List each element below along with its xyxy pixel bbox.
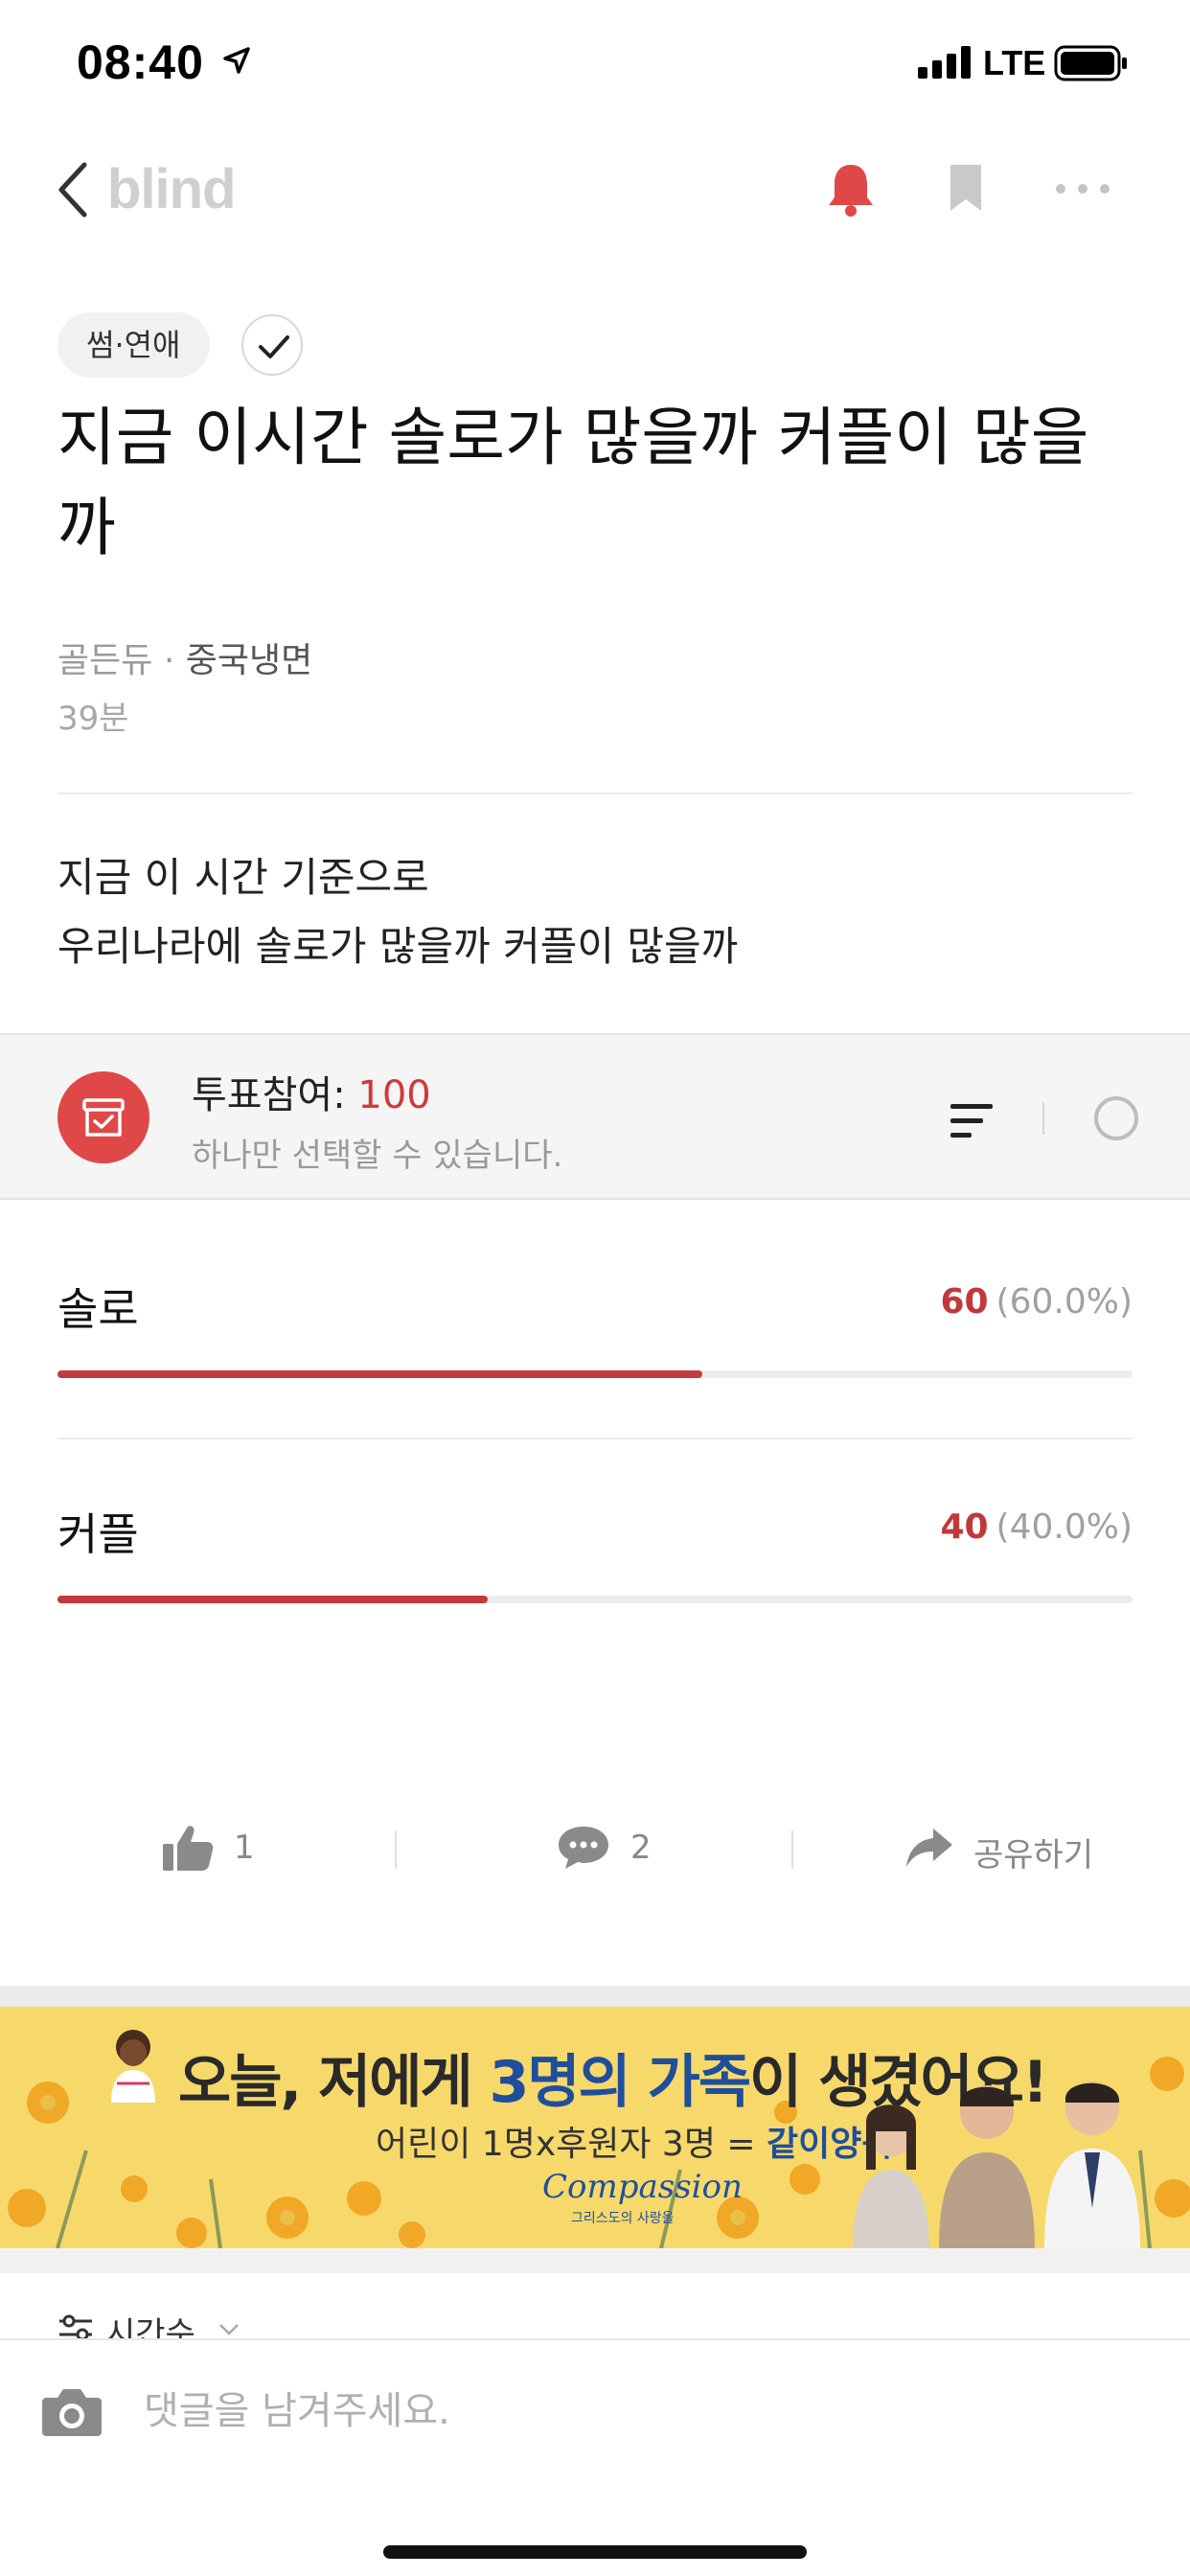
poll-box-icon xyxy=(57,1071,149,1163)
poll-option-percent: (60.0%) xyxy=(995,1282,1133,1322)
poll-option-label: 커플 xyxy=(57,1508,139,1560)
post-body-line: 지금 이 시간 기준으로 xyxy=(57,854,429,901)
poll-participation-count: 100 xyxy=(357,1073,431,1117)
ad-headline-part: 오늘, 저에게 xyxy=(178,2049,490,2116)
comment-bubble-icon xyxy=(559,1827,608,1869)
action-separator xyxy=(395,1830,397,1869)
nav-bar: blind xyxy=(0,144,1190,240)
chevron-down-icon xyxy=(219,2324,239,2335)
back-chevron-icon[interactable] xyxy=(54,161,92,218)
poll-option-votes: 60 xyxy=(940,1282,989,1322)
poll-hint: 하나만 선택할 수 있습니다. xyxy=(192,1137,563,1175)
poll-separator xyxy=(1042,1102,1044,1135)
poll-option[interactable]: 솔로 60 (60.0%) xyxy=(57,1275,1133,1390)
poll-option-result: 40 (40.0%) xyxy=(940,1507,1133,1547)
ad-headline-highlight: 3명의 가족 xyxy=(489,2049,751,2116)
ad-banner[interactable]: 오늘, 저에게 3명의 가족이 생겼어요! 어린이 1명x후원자 3명 = 같이… xyxy=(0,2007,1190,2248)
ad-logo: Compassion xyxy=(542,2168,743,2206)
section-gap xyxy=(0,1986,1190,2007)
sort-lines-icon[interactable] xyxy=(949,1102,995,1140)
poll-bar-track xyxy=(57,1596,1133,1603)
action-separator xyxy=(791,1830,793,1869)
divider xyxy=(57,1438,1133,1439)
share-label: 공유하기 xyxy=(973,1836,1094,1874)
verified-check-badge xyxy=(241,314,303,376)
notification-bell-icon[interactable] xyxy=(824,161,878,218)
battery-icon xyxy=(1054,45,1127,81)
poll-bar-fill xyxy=(57,1370,703,1378)
like-count: 1 xyxy=(234,1828,255,1867)
poll-option-percent: (40.0%) xyxy=(995,1507,1133,1547)
category-chip[interactable]: 썸·연애 xyxy=(57,312,210,378)
people-photo-icon xyxy=(853,2082,1140,2248)
divider xyxy=(57,793,1133,794)
post-age: 39분 xyxy=(57,700,129,738)
status-time: 08:40 xyxy=(77,35,204,89)
comment-input-bar xyxy=(0,2338,1190,2576)
poll-participation: 투표참여: 100 xyxy=(192,1064,431,1119)
section-gap xyxy=(0,2248,1190,2273)
post-title: 지금 이시간 솔로가 많을까 커플이 많을까 xyxy=(57,401,1089,564)
cellular-signal-icon xyxy=(918,46,971,79)
post-body: 지금 이 시간 기준으로 우리나라에 솔로가 많을까 커플이 많을까 xyxy=(57,843,1131,981)
ad-logo-tagline: 그리스도의 사랑을 xyxy=(571,2211,675,2226)
author-nickname[interactable]: 중국냉면 xyxy=(186,641,312,680)
poll-participation-label: 투표참여: xyxy=(192,1073,358,1117)
home-indicator[interactable] xyxy=(383,2545,807,2559)
ad-subline: 어린이 1명x후원자 3명 = 같이양육 xyxy=(376,2116,894,2166)
poll-option[interactable]: 커플 40 (40.0%) xyxy=(57,1500,1133,1615)
camera-icon[interactable] xyxy=(40,2384,103,2438)
brand-logo: blind xyxy=(107,158,237,220)
post-body-line: 우리나라에 솔로가 많을까 커플이 많을까 xyxy=(57,923,739,970)
author-line: 골든듀 · 중국냉면 xyxy=(57,632,312,682)
poll-option-votes: 40 xyxy=(940,1507,989,1547)
network-label: LTE xyxy=(983,43,1046,82)
thumbs-up-icon xyxy=(163,1826,214,1871)
check-icon xyxy=(259,335,289,358)
comment-input[interactable] xyxy=(144,2382,1102,2440)
author-company[interactable]: 골든듀 xyxy=(57,641,152,680)
poll-option-label: 솔로 xyxy=(57,1283,139,1335)
comment-count: 2 xyxy=(630,1828,652,1867)
bookmark-icon[interactable] xyxy=(949,163,983,213)
child-photo-icon xyxy=(111,2030,155,2103)
poll-bar-fill xyxy=(57,1596,488,1603)
author-separator: · xyxy=(163,641,175,680)
poll-bar-track xyxy=(57,1370,1133,1378)
poll-header: 투표참여: 100 하나만 선택할 수 있습니다. xyxy=(0,1033,1190,1200)
status-bar: 08:40 LTE xyxy=(0,0,1190,129)
vote-radio-icon[interactable] xyxy=(1094,1096,1138,1140)
action-bar: 1 2 공유하기 xyxy=(0,1811,1190,1888)
more-options-icon[interactable] xyxy=(1054,182,1111,196)
poll-option-result: 60 (60.0%) xyxy=(940,1282,1133,1322)
ad-subline-part: 어린이 1명x후원자 3명 = xyxy=(376,2125,767,2164)
location-arrow-icon xyxy=(223,47,250,74)
share-arrow-icon xyxy=(906,1828,952,1867)
